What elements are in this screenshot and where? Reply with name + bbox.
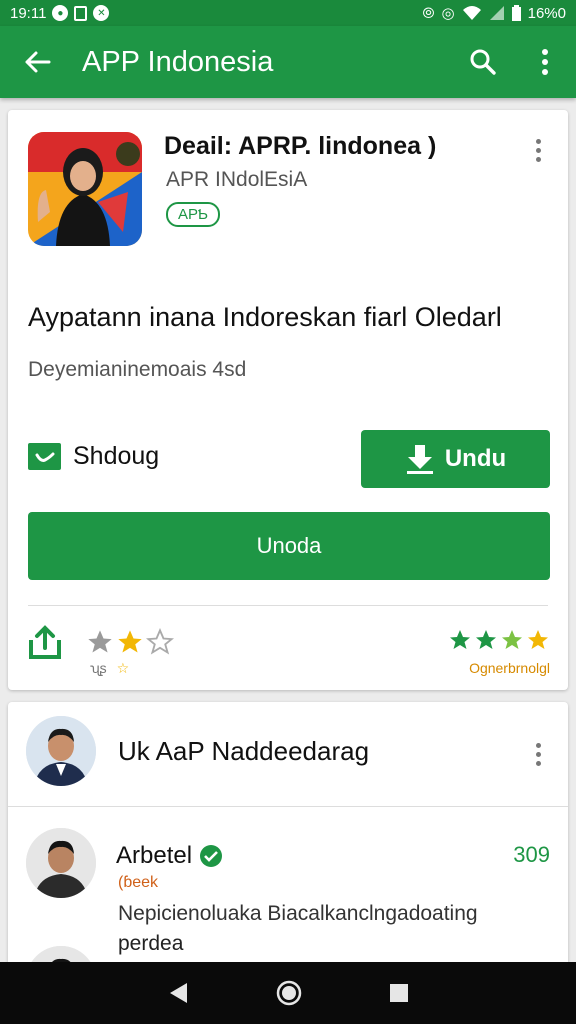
star-outline-icon: [146, 628, 174, 655]
star-icon: [450, 630, 470, 649]
search-icon: [470, 49, 496, 75]
app-title: Deail: APRP. lindonea ): [164, 132, 437, 160]
vibrate-icon: ⦾: [422, 4, 435, 22]
arrow-back-icon: [25, 51, 51, 73]
developer-menu-button[interactable]: [523, 736, 553, 772]
notification-icon: ●: [52, 5, 69, 21]
nav-recents-icon[interactable]: [389, 983, 409, 1003]
verified-icon: [200, 845, 223, 867]
checkbox-icon: [28, 443, 61, 470]
back-button[interactable]: [0, 26, 74, 98]
divider: [8, 806, 568, 807]
card-menu-button[interactable]: [523, 132, 553, 168]
app-detail-card: Deail: APRP. lindonea ) APR INdolEsiA AP…: [8, 110, 568, 690]
system-nav-bar: [0, 962, 576, 1024]
review-tag: (ɓeek: [118, 874, 159, 891]
share-icon: [29, 625, 61, 659]
app-headline: Aypatann inana Indoreskan fiarl Oledarl: [28, 302, 502, 332]
rating-stars-left[interactable]: [86, 628, 174, 656]
shdoug-checkbox[interactable]: Shdoug: [28, 442, 159, 471]
status-time: 19:11: [10, 4, 47, 22]
review-score: 309: [513, 842, 550, 867]
signal-icon: [489, 6, 504, 20]
star-icon: [476, 630, 496, 649]
more-vert-icon: [542, 49, 548, 75]
install-button[interactable]: Unoda: [28, 512, 550, 580]
app-bar: APP Indonesia: [0, 26, 576, 98]
more-vert-icon: [535, 742, 541, 748]
checkbox-label: Shdoug: [73, 442, 160, 470]
notification-app-icon: [74, 5, 88, 21]
wifi-icon: [462, 6, 481, 20]
star-icon: [88, 630, 112, 653]
app-meta: Deyemianinemoais 4sd: [28, 358, 247, 381]
rating-sub-label: ☆: [116, 660, 130, 676]
developer-avatar[interactable]: [26, 716, 96, 786]
divider: [28, 605, 548, 606]
app-icon: [28, 132, 142, 246]
review-text-continued: perdea: [118, 932, 184, 955]
reviewer-name: Arbetel: [116, 842, 193, 869]
search-button[interactable]: [452, 26, 514, 98]
install-button-label: Unoda: [256, 533, 322, 558]
battery-icon: [511, 5, 521, 21]
rating-sub-label: ʯʂ: [90, 660, 107, 676]
alarm-icon: ◎: [441, 5, 455, 22]
nav-back-icon[interactable]: [167, 981, 189, 1005]
battery-level: 16%0: [527, 4, 566, 22]
rating-label: Ognerbrnolgl: [469, 660, 550, 676]
download-button-label: Undu: [444, 445, 507, 472]
star-icon: [528, 630, 548, 649]
download-button[interactable]: Undu: [361, 430, 550, 488]
notification-alert-icon: ✕: [93, 5, 110, 21]
overflow-menu-button[interactable]: [514, 26, 576, 98]
reviewer-avatar[interactable]: [26, 828, 96, 898]
star-icon: [502, 630, 522, 649]
star-icon: [118, 630, 142, 653]
nav-home-icon[interactable]: [275, 979, 303, 1007]
download-icon: [406, 445, 433, 474]
app-badge: APƄ: [166, 202, 220, 227]
developer-name: Uk AaP Naddeedarag: [118, 736, 370, 766]
page-title: APP Indonesia: [82, 45, 274, 78]
app-developer: APR INdolEsiA: [166, 168, 308, 191]
more-vert-icon: [535, 138, 541, 144]
developer-card: Uk AaP Naddeedarag Arbetel 309 (ɓeek Nep…: [8, 702, 568, 972]
reviewer-name-row: Arbetel: [116, 842, 223, 870]
share-button[interactable]: [28, 624, 62, 665]
status-bar: 19:11 ● ✕ ⦾ ◎ 16%0: [0, 0, 576, 26]
rating-stars-right: [448, 628, 550, 652]
rating-sub-labels: ʯʂ ☆: [90, 660, 129, 677]
review-text: Nepicienoluaka Biacalkanclngadoating: [118, 902, 478, 925]
